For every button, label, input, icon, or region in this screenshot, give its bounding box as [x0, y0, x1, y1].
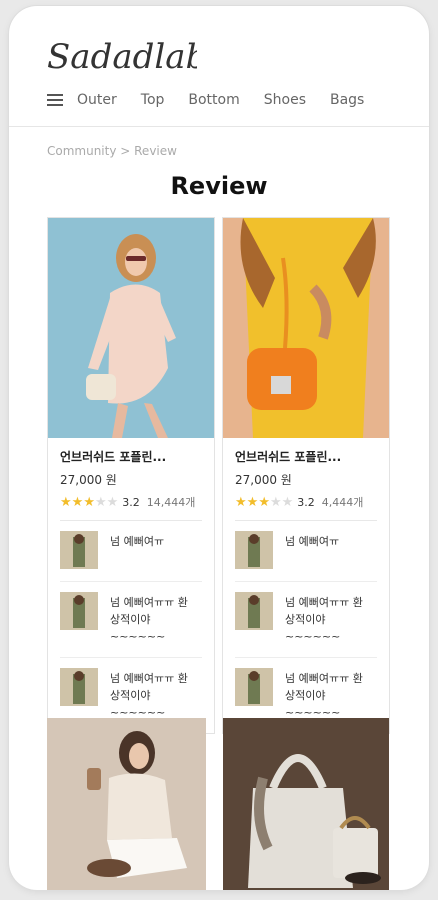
product-photo[interactable]	[48, 218, 214, 438]
product-price: 27,000 원	[60, 473, 117, 487]
review-thumbnail[interactable]	[235, 592, 273, 630]
star-empty-icon: ★	[94, 494, 107, 510]
star-filled-icon: ★	[258, 494, 270, 510]
review-text: 넘 예뻐여ㅠㅠ 환 상적이야~~~~~~	[110, 596, 188, 643]
review-text: 넘 예뻐여ㅠㅠ 환 상적이야~~~~~~	[285, 672, 363, 719]
product-name[interactable]: 언브러쉬드 포플린...	[235, 448, 377, 465]
star-filled-icon: ★	[60, 494, 72, 510]
product-photo[interactable]	[223, 218, 389, 438]
star-empty-icon: ★	[281, 494, 294, 510]
review-card[interactable]: 언브러쉬드 포플린... 27,000 원 ★ ★ ★ ★ ★ 3.2 4,44…	[222, 217, 390, 734]
rating-row: ★ ★ ★ ★ ★ 3.2 4,444개	[235, 494, 377, 521]
rating-score: 3.2	[297, 495, 315, 509]
review-text: 넘 예뻐여ㅠ	[110, 535, 165, 548]
nav-item-bottom[interactable]: Bottom	[188, 92, 239, 108]
site-header: Sadadlab Outer Top Bottom Shoes Bags	[9, 6, 429, 127]
review-text: 넘 예뻐여ㅠㅠ 환 상적이야~~~~~~	[285, 596, 363, 643]
phone-screen: Sadadlab Outer Top Bottom Shoes Bags Com…	[9, 6, 429, 890]
review-thumbnail[interactable]	[60, 592, 98, 630]
product-name[interactable]: 언브러쉬드 포플린...	[60, 448, 202, 465]
star-filled-icon: ★	[235, 494, 247, 510]
review-count: 4,444개	[321, 496, 364, 509]
rating-score: 3.2	[122, 495, 140, 509]
review-item[interactable]: 넘 예뻐여ㅠㅠ 환 상적이야~~~~~~	[60, 582, 202, 658]
nav-item-top[interactable]: Top	[141, 92, 165, 108]
review-thumbnail[interactable]	[235, 668, 273, 706]
nav-item-bags[interactable]: Bags	[330, 92, 364, 108]
rating-stars: ★ ★ ★ ★ ★	[235, 496, 293, 509]
review-thumbnail[interactable]	[60, 531, 98, 569]
nav-item-outer[interactable]: Outer	[77, 92, 117, 108]
product-photo[interactable]	[223, 718, 389, 890]
review-text: 넘 예뻐여ㅠㅠ 환 상적이야~~~~~~	[110, 672, 188, 719]
svg-text:Sadadlab: Sadadlab	[47, 37, 197, 77]
review-card[interactable]: 언브러쉬드 포플린... 27,000 원 ★ ★ ★ ★ ★ 3.2 14,4…	[47, 217, 215, 734]
menu-icon[interactable]	[47, 94, 63, 106]
review-item[interactable]: 넘 예뻐여ㅠㅠ 환 상적이야~~~~~~	[235, 582, 377, 658]
review-text: 넘 예뻐여ㅠ	[285, 535, 340, 548]
nav-item-shoes[interactable]: Shoes	[264, 92, 306, 108]
star-filled-icon: ★	[83, 494, 95, 510]
product-photo[interactable]	[47, 718, 206, 890]
product-price: 27,000 원	[235, 473, 292, 487]
rating-row: ★ ★ ★ ★ ★ 3.2 14,444개	[60, 494, 202, 521]
star-filled-icon: ★	[246, 494, 259, 510]
review-item[interactable]: 넘 예뻐여ㅠ	[235, 521, 377, 582]
rating-stars: ★ ★ ★ ★ ★	[60, 496, 118, 509]
breadcrumb[interactable]: Community > Review	[47, 144, 177, 158]
review-thumbnail[interactable]	[235, 531, 273, 569]
star-empty-icon: ★	[106, 494, 119, 510]
review-item[interactable]: 넘 예뻐여ㅠ	[60, 521, 202, 582]
review-count: 14,444개	[146, 496, 196, 509]
page-title: Review	[170, 172, 268, 200]
star-empty-icon: ★	[269, 494, 282, 510]
main-nav: Outer Top Bottom Shoes Bags	[47, 92, 388, 108]
review-thumbnail[interactable]	[60, 668, 98, 706]
star-filled-icon: ★	[71, 494, 84, 510]
brand-logo[interactable]: Sadadlab	[47, 36, 207, 82]
